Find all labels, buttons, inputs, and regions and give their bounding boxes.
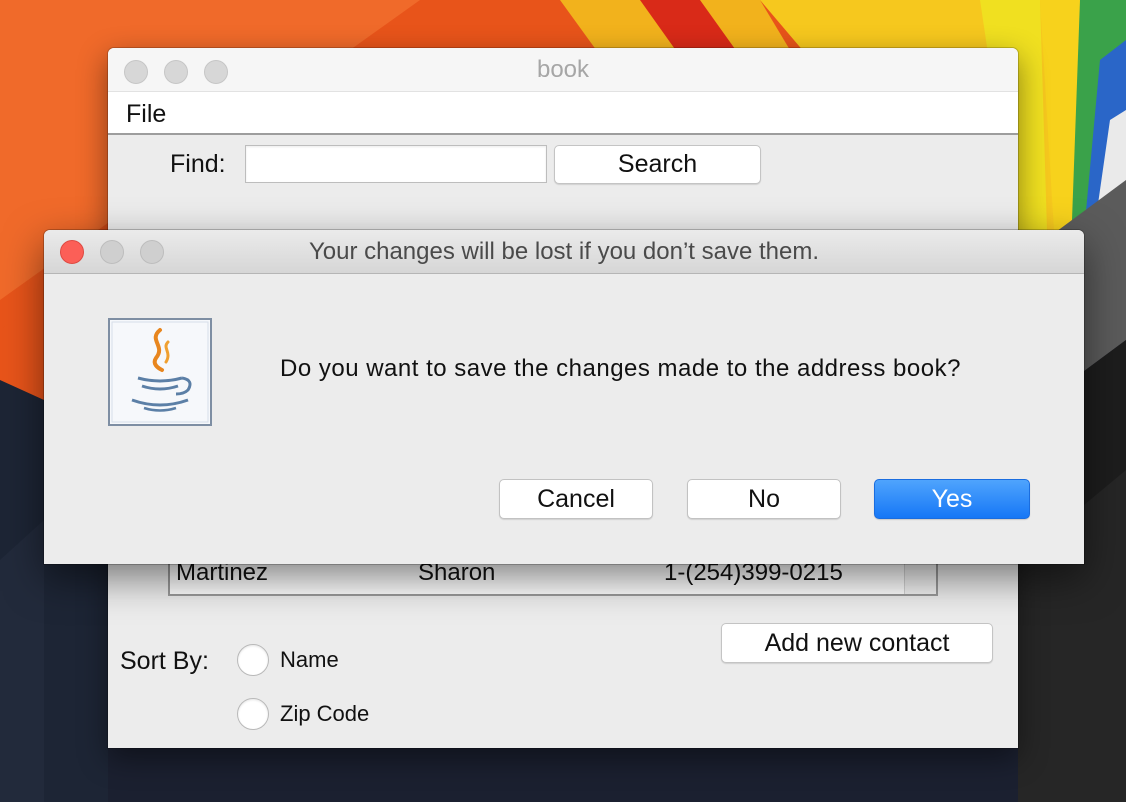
radio-label-zip: Zip Code <box>280 701 370 726</box>
radio-label-name: Name <box>280 647 339 672</box>
yes-button[interactable]: Yes <box>874 479 1030 519</box>
find-label: Find: <box>170 150 226 178</box>
main-titlebar[interactable]: book <box>108 48 1018 92</box>
no-button[interactable]: No <box>687 479 841 519</box>
cancel-button[interactable]: Cancel <box>499 479 653 519</box>
save-changes-dialog: Your changes will be lost if you don’t s… <box>44 230 1084 564</box>
menu-file[interactable]: File <box>126 92 166 135</box>
menu-bar: File <box>108 92 1018 135</box>
java-coffee-cup-icon <box>108 318 212 426</box>
add-new-contact-button[interactable]: Add new contact <box>721 623 993 663</box>
dialog-titlebar[interactable]: Your changes will be lost if you don’t s… <box>44 230 1084 274</box>
radio-sort-zip[interactable] <box>237 698 269 730</box>
dialog-title: Your changes will be lost if you don’t s… <box>308 238 820 265</box>
window-title: book <box>536 56 590 83</box>
sort-by-label: Sort By: <box>120 647 209 675</box>
find-input[interactable] <box>245 145 547 183</box>
radio-sort-name[interactable] <box>237 644 269 676</box>
dialog-message: Do you want to save the changes made to … <box>280 355 961 382</box>
search-button[interactable]: Search <box>554 145 761 184</box>
